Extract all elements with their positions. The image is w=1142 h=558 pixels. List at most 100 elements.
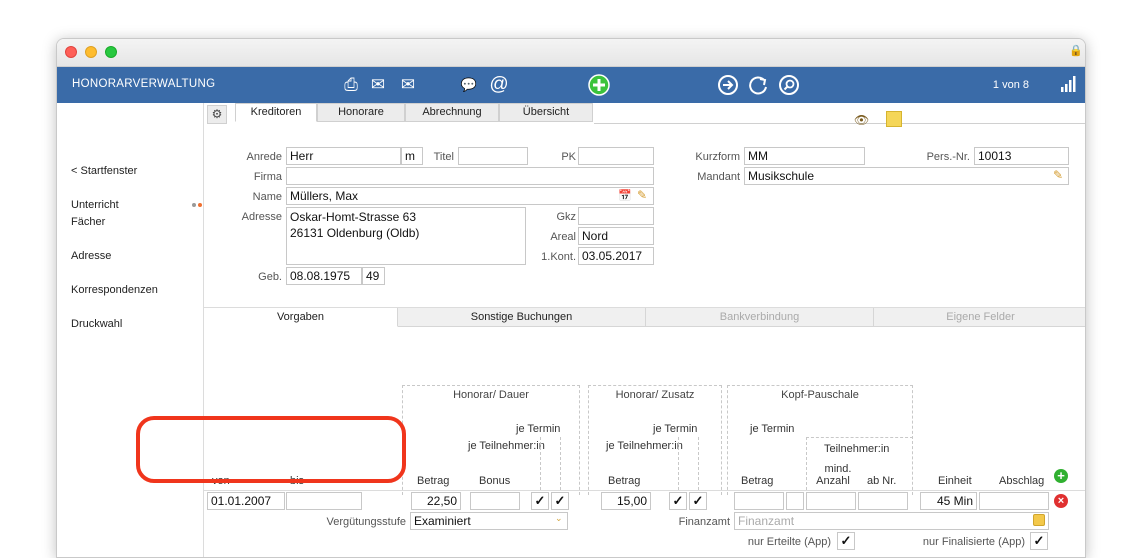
name-label: Name	[252, 191, 282, 203]
note-icon[interactable]	[886, 111, 902, 127]
anrede-label: Anrede	[246, 151, 282, 163]
mandant-pencil-icon[interactable]: ✎	[1053, 168, 1063, 182]
sidebar-item-adresse[interactable]: Adresse	[71, 250, 111, 262]
bis-field[interactable]	[286, 492, 362, 510]
nur-erteilte-label: nur Erteilte (App)	[747, 536, 831, 548]
eye-icon[interactable]: 👁	[854, 113, 869, 127]
mail-icon[interactable]: ✉	[367, 74, 389, 96]
je-teilnehmer-zusatz-checkbox[interactable]: ✓	[689, 492, 707, 510]
col-betrag-kopf: Betrag	[741, 475, 774, 487]
bonus-field[interactable]	[470, 492, 520, 510]
nur-finalisierte-checkbox[interactable]: ✓	[1030, 532, 1048, 550]
gender-field[interactable]: m	[401, 147, 423, 165]
kont-field[interactable]: 03.05.2017	[578, 247, 654, 265]
minimize-window-button[interactable]	[85, 46, 97, 58]
sidebar-item-faecher[interactable]: Fächer	[71, 216, 105, 228]
betrag-dauer-field[interactable]: 22,50	[411, 492, 461, 510]
gkz-field[interactable]	[578, 207, 654, 225]
titlebar: 🔒	[57, 39, 1085, 67]
add-row-icon[interactable]: +	[1054, 469, 1068, 483]
close-window-button[interactable]	[65, 46, 77, 58]
finanzamt-lookup-icon[interactable]	[1033, 514, 1045, 526]
mind-anzahl-field[interactable]	[806, 492, 856, 510]
gkz-label: Gkz	[556, 211, 576, 223]
kont-label: 1.Kont.	[541, 251, 576, 263]
name-field[interactable]: Müllers, Max	[286, 187, 654, 205]
sidebar-item-korrespondenzen[interactable]: Korrespondenzen	[71, 284, 158, 296]
pk-field[interactable]	[578, 147, 654, 165]
betrag-zusatz-field[interactable]: 15,00	[601, 492, 651, 510]
group-honorar-dauer-title: Honorar/ Dauer	[453, 389, 529, 401]
je-teilnehmer-zusatz: je Teilnehmer:in	[606, 440, 683, 452]
adresse-line1: Oskar-Homt-Strasse 63	[290, 210, 417, 224]
geb-label: Geb.	[258, 271, 282, 283]
settings-gear-icon[interactable]: ⚙	[207, 105, 227, 124]
search-icon[interactable]	[778, 74, 800, 96]
abschlag-field[interactable]	[979, 492, 1049, 510]
betrag-kopf-field[interactable]	[734, 492, 784, 510]
at-icon[interactable]: @	[488, 74, 510, 96]
add-record-icon[interactable]	[588, 74, 610, 96]
je-termin-kopf-field[interactable]	[786, 492, 804, 510]
kurzform-label: Kurzform	[695, 151, 740, 163]
col-abschlag: Abschlag	[999, 475, 1045, 487]
zoom-window-button[interactable]	[105, 46, 117, 58]
col-betrag-zusatz: Betrag	[608, 475, 641, 487]
finanzamt-label: Finanzamt	[678, 516, 730, 528]
ab-nr-field[interactable]	[858, 492, 908, 510]
verguetung-select[interactable]: Examiniert	[410, 512, 568, 530]
col-einheit: Einheit	[938, 475, 972, 487]
print-icon[interactable]: ⎙	[340, 74, 362, 96]
je-teilnehmer-dauer: je Teilnehmer:in	[468, 440, 545, 452]
firma-field[interactable]	[286, 167, 654, 185]
highlight-annotation	[136, 416, 406, 483]
je-termin-zusatz-checkbox[interactable]: ✓	[669, 492, 687, 510]
signal-bars-icon[interactable]	[1057, 74, 1079, 96]
mandant-field[interactable]: Musikschule	[744, 167, 1069, 185]
persnr-field[interactable]: 10013	[974, 147, 1069, 165]
chevron-down-icon[interactable]: ⌄	[555, 513, 563, 524]
tab-honorare[interactable]: Honorare	[317, 103, 405, 122]
titel-field[interactable]	[458, 147, 528, 165]
je-teilnehmer-dauer-checkbox[interactable]: ✓	[551, 492, 569, 510]
je-termin-dauer: je Termin	[516, 423, 561, 435]
sms-icon[interactable]: 💬	[458, 74, 480, 96]
kurzform-field[interactable]: MM	[744, 147, 865, 165]
von-field[interactable]: 01.01.2007	[207, 492, 285, 510]
tab-sonstige-buchungen[interactable]: Sonstige Buchungen	[398, 308, 646, 327]
next-arrow-icon[interactable]	[717, 74, 739, 96]
adresse-field[interactable]: Oskar-Homt-Strasse 63 26131 Oldenburg (O…	[286, 207, 526, 265]
nur-erteilte-checkbox[interactable]: ✓	[837, 532, 855, 550]
main-content: ⚙ Kreditoren Honorare Abrechnung Übersic…	[204, 103, 1085, 557]
sidebar-item-druckwahl[interactable]: Druckwahl	[71, 318, 122, 330]
mandant-label: Mandant	[697, 171, 740, 183]
tab-bankverbindung[interactable]: Bankverbindung	[646, 308, 874, 327]
col-ab-nr: ab Nr.	[867, 475, 897, 487]
refresh-icon[interactable]	[747, 74, 769, 96]
anrede-field[interactable]: Herr	[286, 147, 401, 165]
tab-vorgaben[interactable]: Vorgaben	[204, 308, 398, 327]
record-pager: 1 von 8	[992, 79, 1029, 91]
areal-label: Areal	[550, 231, 576, 243]
sidebar-item-unterricht[interactable]: Unterricht	[71, 199, 119, 211]
tab-eigene-felder[interactable]: Eigene Felder	[874, 308, 1085, 327]
tab-uebersicht[interactable]: Übersicht	[499, 103, 593, 122]
je-termin-dauer-checkbox[interactable]: ✓	[531, 492, 549, 510]
tab-kreditoren[interactable]: Kreditoren	[235, 103, 317, 122]
bottom-tabs: Vorgaben Sonstige Buchungen Bankverbindu…	[204, 308, 1085, 327]
mail-tray-icon[interactable]: ✉	[397, 74, 419, 96]
calendar-icon[interactable]: 📅	[618, 189, 632, 202]
tab-abrechnung[interactable]: Abrechnung	[405, 103, 499, 122]
delete-row-icon[interactable]: ×	[1054, 494, 1068, 508]
col-mind-1: mind.	[824, 463, 852, 475]
col-bonus: Bonus	[479, 475, 511, 487]
verguetung-label: Vergütungsstufe	[326, 516, 406, 528]
geb-field[interactable]: 08.08.1975	[286, 267, 362, 285]
areal-field[interactable]: Nord	[578, 227, 654, 245]
finanzamt-field[interactable]: Finanzamt	[734, 512, 1049, 530]
pencil-icon[interactable]: ✎	[637, 188, 647, 202]
main-toolbar: HONORARVERWALTUNG ⎙ ✉ ✉ 💬 @ 1 von 8	[57, 67, 1085, 103]
sidebar-item-startfenster[interactable]: < Startfenster	[71, 165, 137, 177]
age-field: 49	[362, 267, 385, 285]
einheit-field[interactable]: 45 Min	[920, 492, 977, 510]
